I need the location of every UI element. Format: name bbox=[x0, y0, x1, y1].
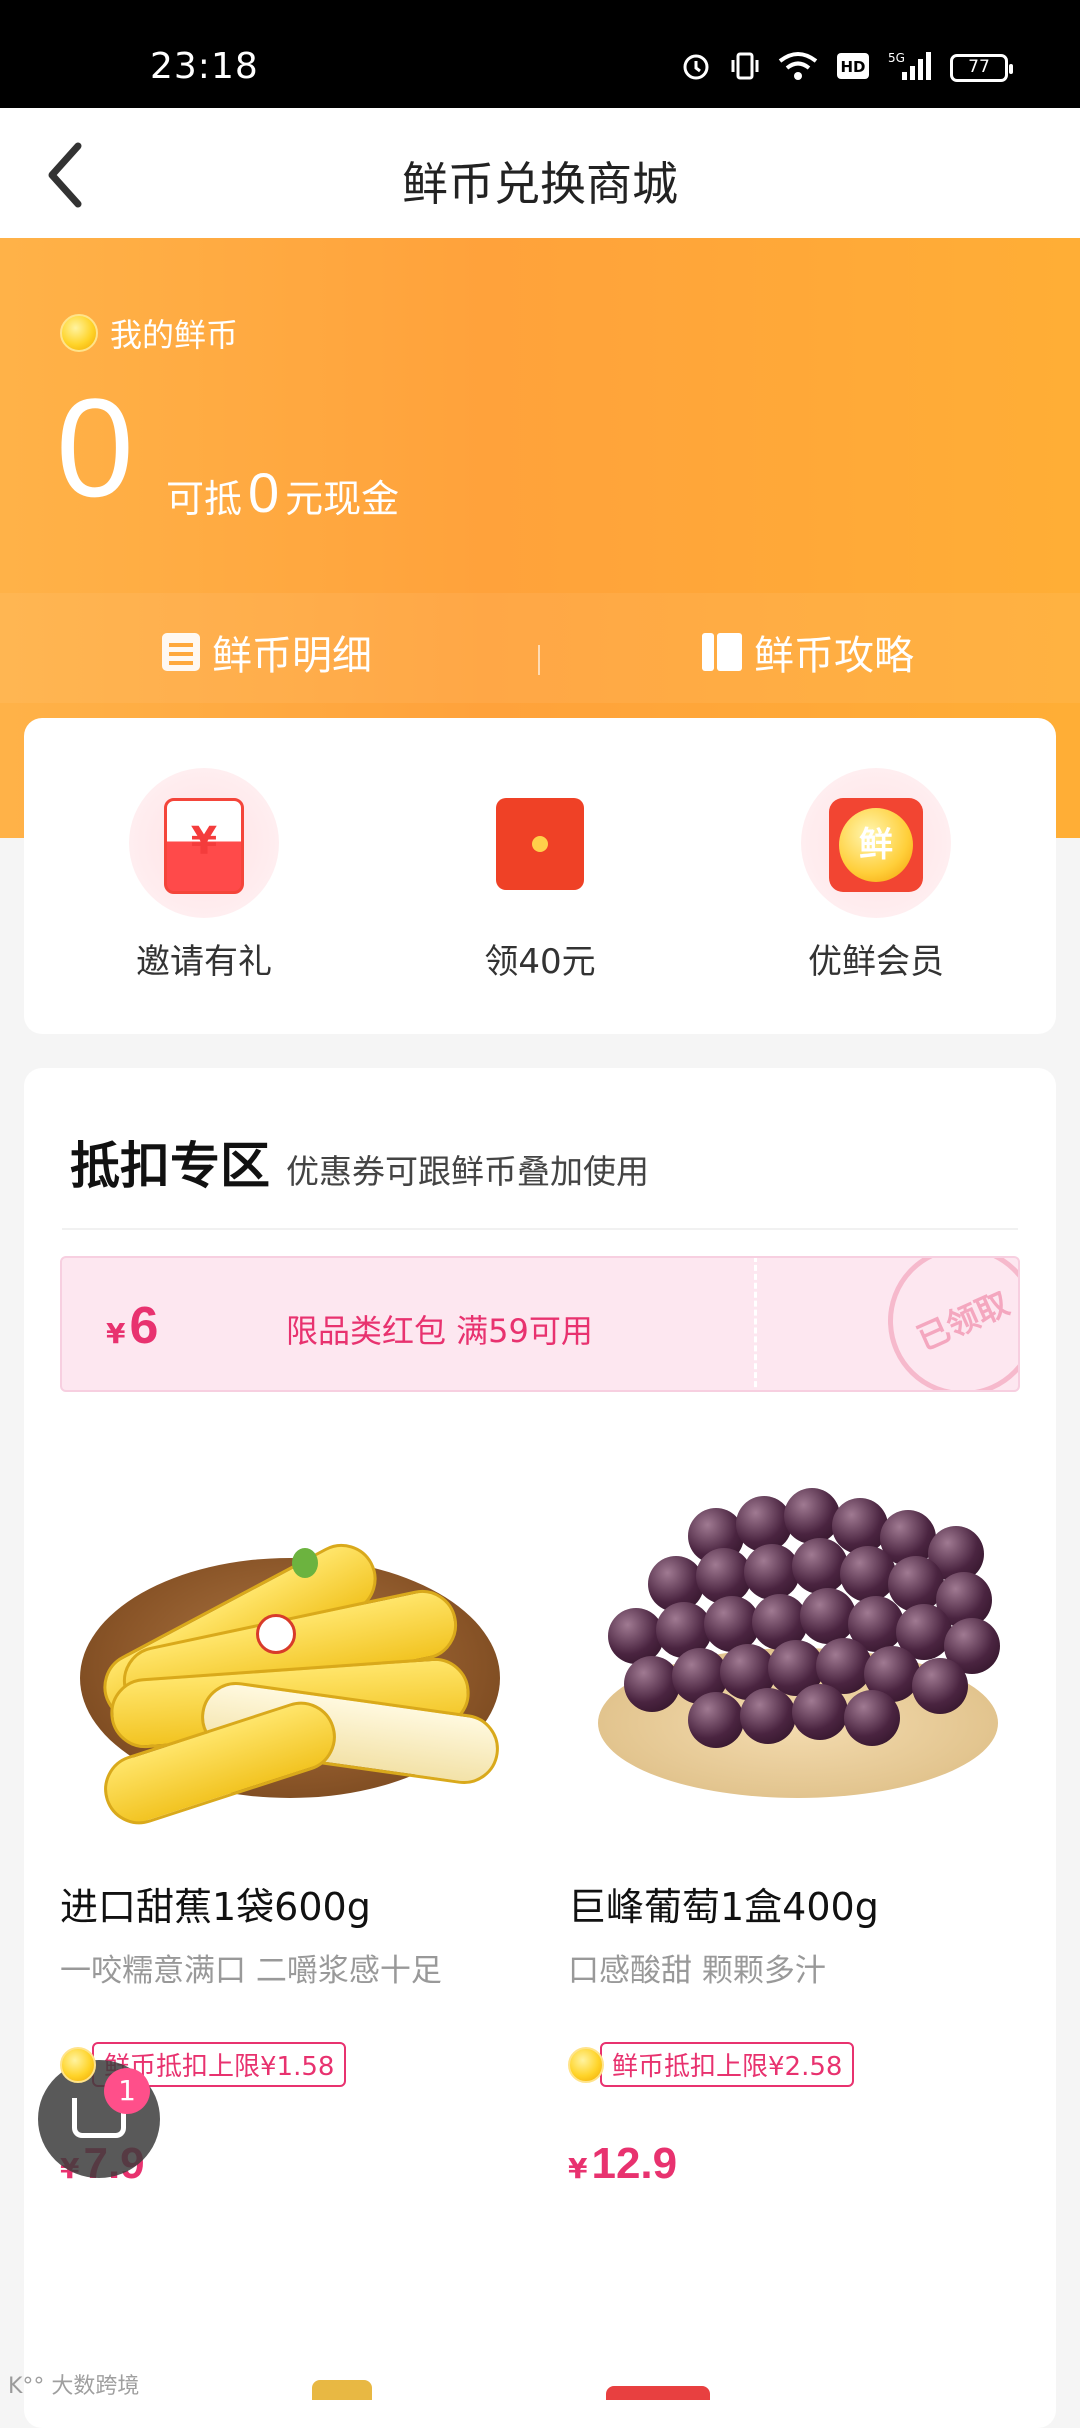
divider bbox=[62, 1228, 1018, 1230]
next-product-image bbox=[312, 2380, 372, 2400]
cart-button[interactable]: 1 bbox=[38, 2060, 160, 2178]
deduction-section: 抵扣专区 优惠券可跟鲜币叠加使用 ¥ 6 限品类红包 满59可用 已领取 进口甜… bbox=[24, 1068, 1056, 2428]
cash-amount: 0 bbox=[248, 461, 280, 524]
status-icons: HD 5G 77 bbox=[680, 50, 1013, 86]
coupon-perforation bbox=[754, 1258, 757, 1390]
product-description: 一咬糯意满口 二嚼浆感十足 bbox=[60, 1953, 442, 1989]
coupon-amount: ¥ 6 bbox=[106, 1296, 158, 1356]
section-header: 抵扣专区 优惠券可跟鲜币叠加使用 bbox=[70, 1126, 649, 1198]
vip-coin-icon: 鲜 bbox=[801, 768, 951, 918]
invite-gift-action[interactable]: ¥ 邀请有礼 bbox=[84, 768, 324, 983]
book-icon bbox=[702, 633, 742, 671]
svg-text:HD: HD bbox=[840, 58, 865, 76]
product-price: ¥ 12.9 bbox=[568, 2139, 1038, 2189]
product-name: 巨峰葡萄1盒400g bbox=[568, 1885, 879, 1929]
cart-count-badge: 1 bbox=[104, 2068, 150, 2114]
quick-actions-card: ¥ 邀请有礼 领40元 鲜 优鲜会员 bbox=[24, 718, 1056, 1034]
vip-member-label: 优鲜会员 bbox=[808, 942, 944, 982]
document-icon bbox=[162, 633, 200, 671]
battery-icon: 77 bbox=[950, 54, 1013, 82]
cash-equivalent: 可抵 0 元现金 bbox=[166, 460, 399, 525]
status-bar: 23:18 HD 5G 77 bbox=[0, 0, 1080, 108]
coin-icon bbox=[568, 2046, 604, 2083]
hero-links: 鲜币明细 鲜币攻略 bbox=[0, 623, 1080, 693]
navbar: 鲜币兑换商城 bbox=[0, 108, 1080, 238]
cash-suffix: 元现金 bbox=[285, 477, 400, 521]
coin-guide-label: 鲜币攻略 bbox=[754, 633, 914, 679]
coin-guide-link[interactable]: 鲜币攻略 bbox=[702, 623, 914, 681]
page-title: 鲜币兑换商城 bbox=[402, 157, 678, 211]
coupon-card[interactable]: ¥ 6 限品类红包 满59可用 已领取 bbox=[60, 1256, 1020, 1392]
5g-signal-icon: 5G bbox=[888, 50, 932, 86]
my-coins-text: 我的鲜币 bbox=[110, 316, 239, 354]
watermark: K°° 大数跨境 bbox=[8, 2374, 140, 2399]
cash-prefix: 可抵 bbox=[166, 477, 243, 521]
get-40-yuan-action[interactable]: 领40元 bbox=[420, 768, 660, 983]
product-name: 进口甜蕉1袋600g bbox=[60, 1885, 371, 1929]
alarm-icon bbox=[680, 50, 712, 86]
section-title: 抵扣专区 bbox=[70, 1137, 270, 1195]
banana-image bbox=[60, 1448, 530, 1834]
red-packet-icon bbox=[465, 768, 615, 918]
envelope-icon: ¥ bbox=[129, 768, 279, 918]
section-subtitle: 优惠券可跟鲜币叠加使用 bbox=[286, 1152, 649, 1191]
hd-icon: HD bbox=[836, 51, 870, 85]
divider bbox=[538, 645, 540, 675]
wifi-icon bbox=[778, 51, 818, 85]
coupon-value: 6 bbox=[129, 1297, 159, 1355]
deduction-limit: 鲜币抵扣上限¥2.58 bbox=[600, 2042, 855, 2087]
product-description: 口感酸甜 颗颗多汁 bbox=[568, 1953, 826, 1989]
vibrate-icon bbox=[730, 50, 760, 86]
coupon-currency: ¥ bbox=[106, 1317, 126, 1350]
price-value: 12.9 bbox=[591, 2139, 678, 2188]
svg-text:5G: 5G bbox=[888, 51, 905, 65]
coin-deduction-tag: 鲜币抵扣上限¥2.58 bbox=[568, 2042, 1038, 2087]
my-coins-label: 我的鲜币 bbox=[60, 310, 238, 356]
coupon-description: 限品类红包 满59可用 bbox=[286, 1312, 593, 1350]
claimed-stamp: 已领取 bbox=[863, 1258, 1018, 1390]
coin-details-link[interactable]: 鲜币明细 bbox=[162, 623, 372, 681]
coin-icon bbox=[60, 2046, 96, 2083]
status-time: 23:18 bbox=[150, 46, 259, 87]
product-card[interactable]: 巨峰葡萄1盒400g 口感酸甜 颗颗多汁 鲜币抵扣上限¥2.58 ¥ 12.9 bbox=[568, 1448, 1038, 2189]
next-product-image bbox=[606, 2386, 710, 2400]
coin-icon bbox=[60, 314, 98, 352]
price-currency: ¥ bbox=[568, 2152, 588, 2185]
coin-balance: 0 bbox=[56, 369, 134, 526]
vip-member-action[interactable]: 鲜 优鲜会员 bbox=[756, 768, 996, 983]
coin-details-label: 鲜币明细 bbox=[212, 633, 372, 679]
invite-gift-label: 邀请有礼 bbox=[136, 942, 272, 982]
grapes-image bbox=[568, 1448, 1038, 1828]
get-40-yuan-label: 领40元 bbox=[484, 942, 596, 982]
